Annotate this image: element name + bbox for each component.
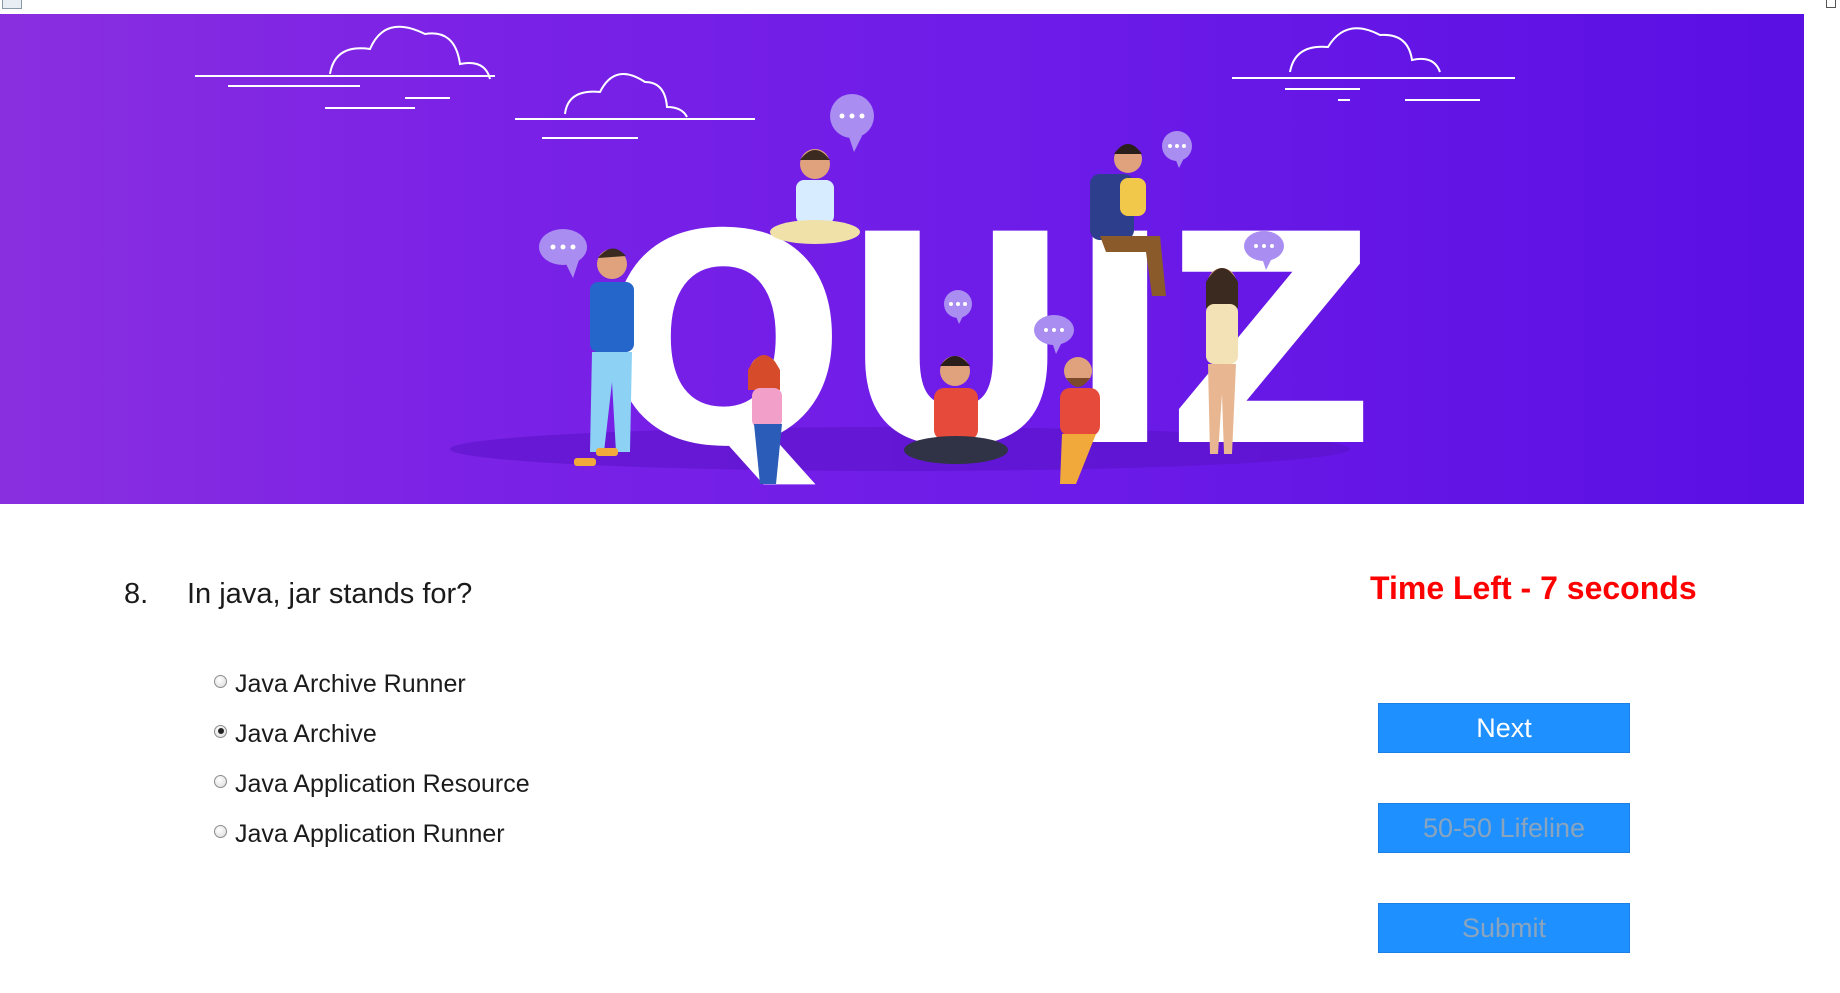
option-4[interactable]: Java Application Runner <box>214 814 505 854</box>
window-icon <box>2 0 22 9</box>
speech-bubble-icon <box>1162 131 1192 168</box>
option-2[interactable]: Java Archive <box>214 714 377 754</box>
next-button[interactable]: Next <box>1378 703 1630 753</box>
submit-button[interactable]: Submit <box>1378 903 1630 953</box>
question-text: In java, jar stands for? <box>187 578 473 610</box>
quiz-banner: QUIZ <box>0 14 1804 504</box>
window-top-strip <box>0 0 1840 14</box>
speech-bubble-icon <box>830 94 874 152</box>
option-1[interactable]: Java Archive Runner <box>214 664 466 704</box>
option-label: Java Application Resource <box>235 769 530 798</box>
restore-icon[interactable] <box>1826 0 1836 8</box>
cloud-icon <box>1232 27 1515 101</box>
cloud-icon <box>195 25 495 109</box>
speech-bubble-icon <box>539 229 587 278</box>
radio-button-selected[interactable] <box>214 724 227 738</box>
quiz-banner-illustration: QUIZ <box>195 25 1515 504</box>
radio-button[interactable] <box>214 824 227 838</box>
option-3[interactable]: Java Application Resource <box>214 764 530 804</box>
option-label: Java Archive Runner <box>235 669 466 698</box>
cloud-icon <box>515 73 755 139</box>
lifeline-button[interactable]: 50-50 Lifeline <box>1378 803 1630 853</box>
question-number: 8. <box>124 578 149 610</box>
time-left-label: Time Left - 7 seconds <box>1370 570 1697 606</box>
radio-button[interactable] <box>214 674 227 688</box>
radio-button[interactable] <box>214 774 227 788</box>
option-label: Java Archive <box>235 719 377 748</box>
option-label: Java Application Runner <box>235 819 505 848</box>
